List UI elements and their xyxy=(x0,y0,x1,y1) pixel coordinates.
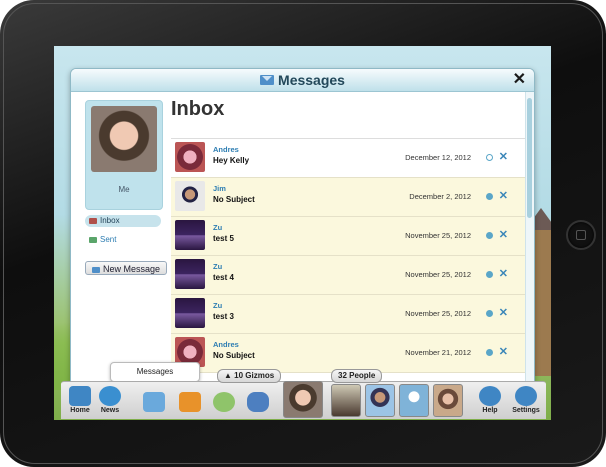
delete-button[interactable]: ✕ xyxy=(499,267,508,280)
message-date: November 25, 2012 xyxy=(405,309,471,318)
list-item[interactable]: Jim No Subject December 2, 2012 ✕ xyxy=(171,178,526,217)
tablet-frame: Messages ✕ Me Inbox Sent New Message Inb… xyxy=(0,0,606,467)
read-status-toggle[interactable] xyxy=(486,310,493,317)
read-status-toggle[interactable] xyxy=(486,193,493,200)
message-subject: test 4 xyxy=(213,273,234,282)
dock-games[interactable] xyxy=(243,384,273,417)
contact-avatar[interactable] xyxy=(331,384,361,417)
envelope-icon xyxy=(260,75,275,85)
message-sender[interactable]: Andres xyxy=(213,340,239,349)
list-item[interactable]: Andres Hey Kelly December 12, 2012 ✕ xyxy=(171,139,526,178)
dock-settings-label: Settings xyxy=(512,407,540,414)
dock-home[interactable]: Home xyxy=(65,384,95,417)
delete-button[interactable]: ✕ xyxy=(499,306,508,319)
add-person-icon xyxy=(213,392,235,412)
sent-icon xyxy=(89,236,97,243)
dialog-title-text: Messages xyxy=(278,72,345,88)
message-date: November 25, 2012 xyxy=(405,270,471,279)
read-status-toggle[interactable] xyxy=(486,232,493,239)
dock-messages[interactable] xyxy=(139,384,169,417)
dock-news[interactable]: News xyxy=(95,384,125,417)
message-date: December 12, 2012 xyxy=(405,153,471,162)
new-message-button[interactable]: New Message xyxy=(85,261,167,275)
message-date: November 21, 2012 xyxy=(405,348,471,357)
profile-card[interactable]: Me xyxy=(85,100,163,210)
profile-photo xyxy=(91,106,157,172)
list-item[interactable]: Zu test 5 November 25, 2012 ✕ xyxy=(171,217,526,256)
contact-avatar[interactable] xyxy=(433,384,463,417)
sidebar-item-sent[interactable]: Sent xyxy=(89,234,116,246)
message-date: November 25, 2012 xyxy=(405,231,471,240)
question-icon xyxy=(479,386,501,406)
dock-add-friend[interactable] xyxy=(209,384,239,417)
avatar xyxy=(175,142,205,172)
message-subject: No Subject xyxy=(213,351,255,360)
message-sender[interactable]: Zu xyxy=(213,223,222,232)
dock-help[interactable]: Help xyxy=(475,384,505,417)
sidebar-item-label: Inbox xyxy=(100,216,120,225)
read-status-toggle[interactable] xyxy=(486,154,493,161)
home-icon xyxy=(69,386,91,406)
contact-avatar[interactable] xyxy=(399,384,429,417)
sidebar-item-label: Sent xyxy=(100,235,117,244)
message-subject: test 5 xyxy=(213,234,234,243)
list-item[interactable]: Zu test 3 November 25, 2012 ✕ xyxy=(171,295,526,334)
delete-button[interactable]: ✕ xyxy=(499,345,508,358)
delete-button[interactable]: ✕ xyxy=(499,150,508,163)
list-item[interactable]: Zu test 4 November 25, 2012 ✕ xyxy=(171,256,526,295)
message-subject: test 3 xyxy=(213,312,234,321)
read-status-toggle[interactable] xyxy=(486,271,493,278)
inbox-panel: Inbox Andres Hey Kelly December 12, 2012… xyxy=(171,92,526,399)
scrollbar[interactable] xyxy=(525,92,534,399)
message-sender[interactable]: Andres xyxy=(213,145,239,154)
home-button[interactable] xyxy=(566,220,596,250)
new-message-label: New Message xyxy=(102,264,161,274)
message-list: Andres Hey Kelly December 12, 2012 ✕ Jim… xyxy=(171,138,526,399)
delete-button[interactable]: ✕ xyxy=(499,228,508,241)
read-status-toggle[interactable] xyxy=(486,349,493,356)
envelope-icon xyxy=(91,266,100,273)
message-subject: No Subject xyxy=(213,195,255,204)
message-subject: Hey Kelly xyxy=(213,156,250,165)
speech-bubble-icon xyxy=(99,386,121,406)
avatar xyxy=(175,220,205,250)
gizmos-badge[interactable]: ▲ 10 Gizmos xyxy=(217,369,282,383)
delete-button[interactable]: ✕ xyxy=(499,189,508,202)
dialog-title: Messages xyxy=(260,69,345,91)
avatar xyxy=(175,181,205,211)
camera-icon xyxy=(179,392,201,412)
inbox-icon xyxy=(89,217,97,224)
page-title: Inbox xyxy=(171,98,225,120)
avatar xyxy=(175,259,205,289)
contact-avatar[interactable] xyxy=(365,384,395,417)
message-date: December 2, 2012 xyxy=(409,192,471,201)
messages-dialog: Messages ✕ Me Inbox Sent New Message Inb… xyxy=(70,68,535,400)
dock-photos[interactable] xyxy=(175,384,205,417)
avatar xyxy=(175,298,205,328)
message-sender[interactable]: Zu xyxy=(213,301,222,310)
gamepad-icon xyxy=(247,392,269,412)
app-screen: Messages ✕ Me Inbox Sent New Message Inb… xyxy=(54,46,551,420)
close-button[interactable]: ✕ xyxy=(513,70,526,90)
sidebar: Me Inbox Sent New Message xyxy=(71,92,171,399)
sidebar-item-inbox[interactable]: Inbox xyxy=(85,215,161,227)
dialog-titlebar: Messages ✕ xyxy=(71,69,534,92)
profile-label: Me xyxy=(118,185,130,194)
envelope-icon xyxy=(143,392,165,412)
dock-help-label: Help xyxy=(482,407,498,414)
message-sender[interactable]: Zu xyxy=(213,262,222,271)
bottom-dock: Home News ▲ 10 Gizmos 32 People Help Set… xyxy=(61,369,546,419)
message-sender[interactable]: Jim xyxy=(213,184,226,193)
dock-news-label: News xyxy=(100,407,120,414)
current-user-avatar[interactable] xyxy=(283,381,323,418)
gear-icon xyxy=(515,386,537,406)
dock-home-label: Home xyxy=(70,407,90,414)
list-item[interactable]: Andres No Subject November 21, 2012 ✕ xyxy=(171,334,526,373)
messages-tooltip: Messages xyxy=(110,362,200,382)
people-badge[interactable]: 32 People xyxy=(331,369,383,383)
scrollbar-thumb[interactable] xyxy=(527,98,532,218)
dock-settings[interactable]: Settings xyxy=(509,384,543,417)
